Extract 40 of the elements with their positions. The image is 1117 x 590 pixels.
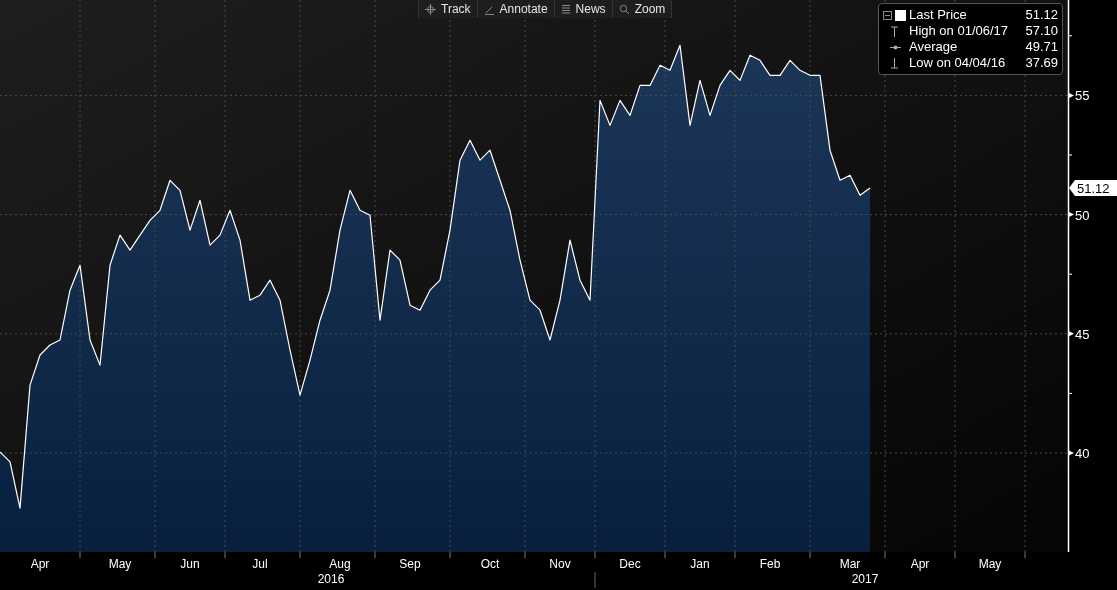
axis-label: Jan	[690, 557, 710, 571]
toolbar-button[interactable]: Zoom	[611, 0, 672, 18]
legend-value: 49.71	[1025, 38, 1058, 57]
last-price-tag: 51.12	[1069, 179, 1117, 196]
axis-label: May	[978, 557, 1002, 571]
axis-label: Apr	[30, 557, 50, 571]
news-icon	[560, 4, 571, 14]
legend-label: Last Price	[909, 6, 967, 25]
legend-label: Average	[909, 38, 958, 57]
axis-label: Sep	[399, 557, 421, 571]
axis-label: 55	[1075, 88, 1090, 104]
legend-label: Low on 04/04/16	[909, 54, 1006, 73]
axis-label: 45	[1075, 326, 1090, 342]
crosshair-icon	[425, 3, 436, 15]
year-label: 2016	[317, 572, 345, 586]
low-marker-icon	[890, 57, 899, 69]
toolbar-button[interactable]: Annotate	[476, 0, 554, 18]
legend-value: 57.10	[1025, 22, 1058, 41]
axis-label: Mar	[839, 557, 861, 571]
swatch-icon	[895, 9, 906, 21]
axis-label: 40	[1075, 446, 1090, 462]
collapse-icon	[883, 10, 892, 20]
axis-label: Aug	[329, 557, 351, 571]
axis-label: Jun	[180, 557, 200, 571]
axis-label: Apr	[910, 557, 930, 571]
axis-label: Oct	[480, 557, 500, 571]
legend-value: 37.69	[1025, 54, 1058, 73]
legend-label: High on 01/06/17	[909, 22, 1009, 41]
high-marker-icon	[890, 25, 899, 37]
legend-value: 51.12	[1025, 6, 1058, 25]
axis-label: May	[108, 557, 132, 571]
year-label: 2017	[851, 572, 879, 586]
search-icon	[618, 3, 630, 15]
axis-label: Nov	[549, 557, 571, 571]
toolbar-button[interactable]: News	[553, 0, 612, 18]
axis-label: Jul	[252, 557, 268, 571]
axis-label: 50	[1075, 207, 1090, 223]
axis-label: Feb	[759, 557, 781, 571]
axis-label: Dec	[619, 557, 641, 571]
average-marker-icon	[890, 43, 901, 51]
